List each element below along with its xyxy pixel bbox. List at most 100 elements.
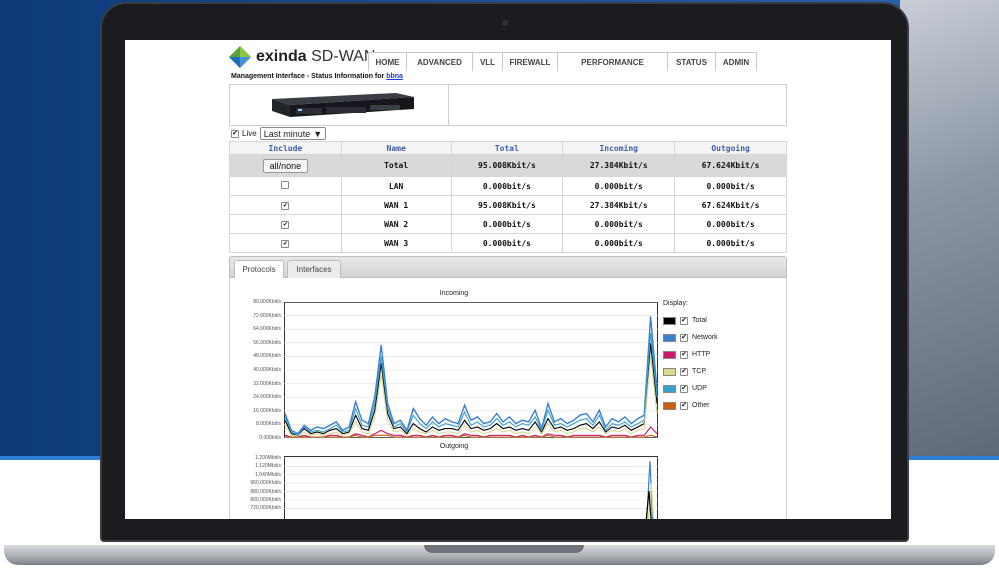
incoming-y-tick: 72.000Kbit/s: [253, 312, 281, 319]
live-label: Live: [242, 129, 257, 138]
outgoing-plot-frame: [284, 456, 658, 519]
row-incoming: 0.000bit/s: [562, 176, 676, 196]
include-checkbox-wan2[interactable]: ✔: [281, 220, 290, 229]
incoming-y-tick: 40.000Kbit/s: [253, 367, 281, 373]
chart-legend: Display: ✔ Total ✔ Network ✔ HTTP ✔ TCP ✔ UDP ✔ Oth…: [663, 300, 718, 414]
table-row: LAN 0.000bit/s 0.000bit/s 0.000bit/s: [229, 176, 787, 196]
incoming-y-tick: 80.000Kbit/s: [253, 299, 281, 305]
incoming-y-tick: 8.000Kbit/s: [255, 421, 281, 428]
incoming-chart-title: Incoming: [439, 290, 469, 297]
nav-home[interactable]: HOME: [369, 53, 407, 71]
outgoing-y-tick: 800.000Kbit/s: [250, 497, 281, 503]
outgoing-y-tick: 720.000Kbit/s: [250, 505, 281, 512]
row-outgoing: 0.000bit/s: [674, 233, 787, 253]
row-incoming: 27.384Kbit/s: [562, 195, 676, 215]
row-incoming: 0.000bit/s: [562, 214, 676, 234]
outgoing-y-tick: 1.200Mbit/s: [255, 455, 281, 461]
webcam-icon: [502, 20, 508, 26]
header-total: Total: [450, 141, 564, 155]
legend-label: Other: [692, 402, 710, 409]
nav-firewall[interactable]: FIREWALL: [503, 53, 558, 71]
device-panel: [229, 84, 787, 126]
legend-label: UDP: [692, 385, 707, 392]
legend-swatch: [663, 333, 676, 342]
row-incoming: 27.384Kbit/s: [562, 154, 676, 177]
row-total: 0.000bit/s: [450, 214, 564, 234]
table-row: ✔ WAN 1 95.008Kbit/s 27.384Kbit/s 67.624…: [229, 195, 787, 215]
row-name: WAN 3: [340, 233, 452, 253]
legend-label: Network: [692, 334, 718, 341]
live-checkbox[interactable]: ✔: [231, 129, 239, 138]
incoming-y-tick: 64.000Kbit/s: [253, 326, 281, 333]
brand-name: exinda SD-WAN: [256, 48, 376, 65]
header-include: Include: [229, 141, 342, 155]
device-panel-divider: [448, 85, 449, 125]
screen: exinda SD-WAN HOME ADVANCED VLL FIREWALL…: [125, 40, 891, 519]
legend-checkbox[interactable]: ✔: [680, 401, 688, 410]
chart-tabs: Protocols Interfaces: [229, 256, 787, 278]
legend-title: Display:: [663, 300, 688, 307]
row-outgoing: 67.624Kbit/s: [674, 154, 787, 177]
legend-item-http[interactable]: ✔ HTTP: [663, 346, 718, 363]
host-link[interactable]: bbna: [386, 73, 403, 80]
row-total: 0.000bit/s: [450, 176, 564, 196]
all-none-button[interactable]: all/none: [262, 158, 309, 173]
legend-item-udp[interactable]: ✔ UDP: [663, 380, 718, 397]
nav-vll[interactable]: VLL: [473, 53, 503, 71]
outgoing-y-tick: 880.000Kbit/s: [250, 488, 281, 495]
row-name: WAN 2: [340, 214, 452, 234]
legend-label: TCP: [692, 368, 706, 375]
include-checkbox-lan[interactable]: [281, 181, 290, 189]
row-incoming: 0.000bit/s: [562, 233, 676, 253]
outgoing-y-tick: 1.120Mbit/s: [255, 463, 281, 470]
legend-checkbox[interactable]: ✔: [680, 333, 688, 342]
legend-swatch: [663, 350, 676, 359]
legend-label: HTTP: [692, 351, 711, 358]
legend-swatch: [663, 316, 676, 325]
legend-item-other[interactable]: ✔ Other: [663, 397, 718, 414]
nav-advanced[interactable]: ADVANCED: [407, 53, 473, 71]
page-title: Management Interface - Status Informatio…: [231, 73, 403, 80]
legend-item-total[interactable]: ✔ Total: [663, 312, 718, 329]
incoming-y-tick: 56.000Kbit/s: [253, 339, 281, 346]
row-total: 95.008Kbit/s: [450, 154, 564, 177]
header-outgoing: Outgoing: [674, 141, 787, 155]
legend-checkbox[interactable]: ✔: [680, 367, 688, 376]
legend-checkbox[interactable]: ✔: [680, 384, 688, 393]
incoming-y-tick: 48.000Kbit/s: [253, 353, 281, 360]
row-outgoing: 67.624Kbit/s: [674, 195, 787, 215]
include-checkbox-wan1[interactable]: ✔: [281, 201, 290, 210]
legend-checkbox[interactable]: ✔: [680, 350, 688, 359]
time-range-select[interactable]: Last minute ▼: [259, 127, 327, 140]
nav-performance[interactable]: PERFORMANCE: [558, 53, 668, 71]
main-nav: HOME ADVANCED VLL FIREWALL PERFORMANCE S…: [368, 52, 757, 71]
row-name: Total: [340, 154, 452, 177]
outgoing-y-tick: 1.040Mbit/s: [255, 471, 281, 478]
legend-checkbox[interactable]: ✔: [680, 316, 688, 325]
nav-admin[interactable]: ADMIN: [716, 53, 756, 71]
background-photo: [900, 0, 999, 456]
tab-interfaces[interactable]: Interfaces: [287, 260, 341, 278]
incoming-y-tick: 16.000Kbit/s: [253, 407, 281, 414]
nav-status[interactable]: STATUS: [668, 53, 716, 71]
row-outgoing: 0.000bit/s: [674, 214, 787, 234]
include-checkbox-wan3[interactable]: ✔: [281, 239, 290, 248]
appliance-image: [272, 93, 414, 117]
legend-item-network[interactable]: ✔ Network: [663, 329, 718, 346]
legend-label: Total: [692, 317, 707, 324]
outgoing-y-tick: 960.000Kbit/s: [250, 480, 281, 487]
row-outgoing: 0.000bit/s: [674, 176, 787, 196]
incoming-chart: [284, 302, 658, 438]
outgoing-chart-title: Outgoing: [439, 443, 469, 450]
tab-protocols[interactable]: Protocols: [234, 260, 284, 278]
laptop-notch: [424, 545, 584, 553]
legend-swatch: [663, 384, 676, 393]
dropdown-arrow-icon: ▼: [313, 128, 323, 139]
header-incoming: Incoming: [562, 141, 676, 155]
table-row: ✔ WAN 3 0.000bit/s 0.000bit/s 0.000bit/s: [229, 233, 787, 253]
table-row: ✔ WAN 2 0.000bit/s 0.000bit/s 0.000bit/s: [229, 214, 787, 234]
row-total: 0.000bit/s: [450, 233, 564, 253]
interface-stats-table: Include Name Total Incoming Outgoing all…: [229, 141, 787, 253]
legend-item-tcp[interactable]: ✔ TCP: [663, 363, 718, 380]
incoming-y-tick: 32.000Kbit/s: [253, 380, 281, 387]
